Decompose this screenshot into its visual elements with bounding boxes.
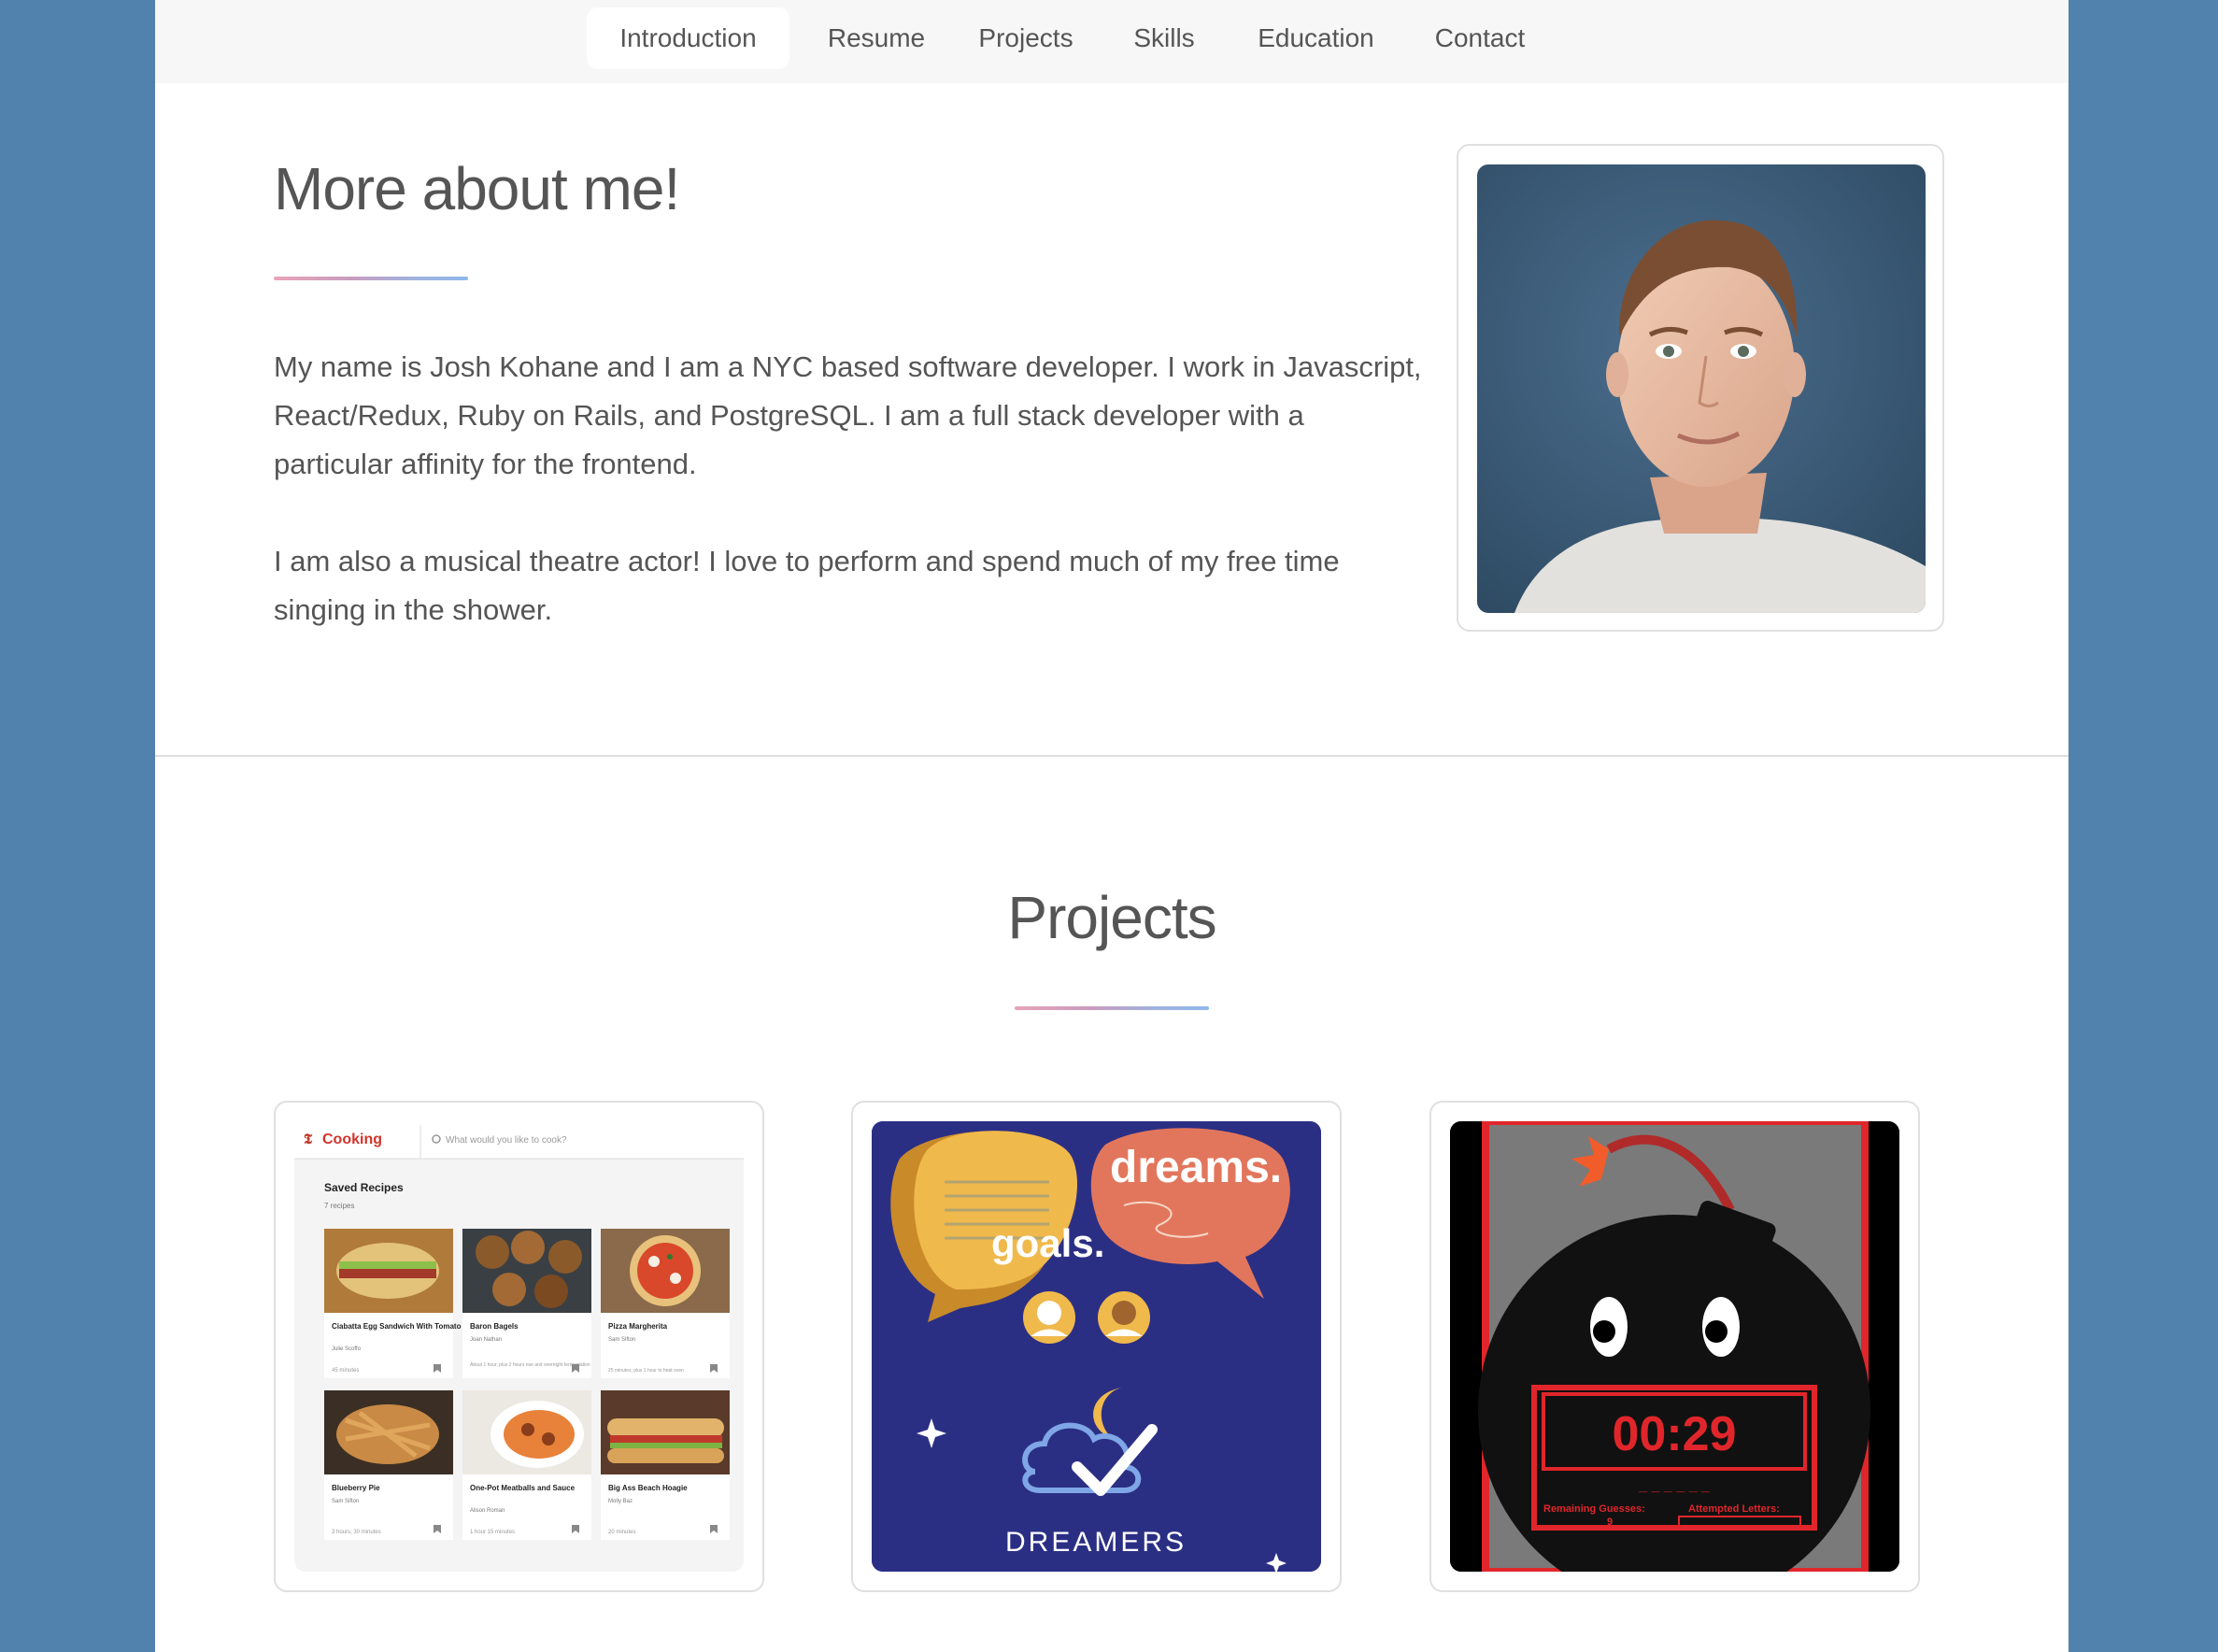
nav-introduction[interactable]: Introduction	[587, 7, 789, 69]
nav-skills[interactable]: Skills	[1113, 7, 1216, 69]
profile-photo-card	[1457, 144, 1944, 632]
word-blanks: _ _ _ _ _ _	[1638, 1478, 1711, 1494]
cooking-logo: Cooking	[322, 1132, 382, 1147]
project-card-cooking[interactable]: 𝕿 Cooking What would you like to cook? S…	[274, 1101, 764, 1592]
saved-recipes-heading: Saved Recipes	[324, 1181, 404, 1194]
recipe-time-6: 20 minutes	[608, 1530, 635, 1535]
svg-text:𝕿: 𝕿	[304, 1132, 313, 1147]
recipe-name-5[interactable]: One-Pot Meatballs and Sauce	[470, 1484, 576, 1492]
top-navbar: Introduction Resume Projects Skills Educ…	[155, 0, 2069, 83]
dreamers-brand: DREAMERS	[1005, 1527, 1187, 1558]
recipe-author-5: Alison Roman	[470, 1508, 505, 1514]
bomb-timer: 00:29	[1613, 1407, 1737, 1461]
recipe-time-1: 45 minutes	[332, 1368, 359, 1374]
nav-education[interactable]: Education	[1239, 7, 1393, 69]
remaining-guesses-value: 9	[1607, 1517, 1613, 1528]
recipe-author-3: Sam Sifton	[608, 1337, 635, 1343]
section-divider	[155, 755, 2069, 757]
dreams-text: dreams.	[1110, 1143, 1282, 1192]
attempted-letters-label: Attempted Letters:	[1688, 1503, 1780, 1515]
dreamers-screenshot: dreams. goals. DREAMERS	[872, 1121, 1321, 1572]
profile-photo	[1477, 164, 1926, 613]
recipe-count: 7 recipes	[324, 1202, 354, 1210]
recipe-time-3: 25 minutes, plus 1 hour to heat oven	[608, 1368, 684, 1374]
recipe-name-6[interactable]: Big Ass Beach Hoagie	[608, 1484, 688, 1492]
projects-divider	[1015, 1006, 1209, 1010]
bomb-game-screenshot: 00:29 _ _ _ _ _ _ Remaining Guesses: 9 A…	[1450, 1121, 1899, 1572]
nav-projects[interactable]: Projects	[960, 7, 1091, 69]
goals-text: goals.	[991, 1221, 1104, 1265]
intro-paragraph-1: My name is Josh Kohane and I am a NYC ba…	[274, 350, 1422, 480]
cooking-screenshot: 𝕿 Cooking What would you like to cook? S…	[294, 1121, 744, 1572]
recipe-author-6: Molly Baz	[608, 1499, 633, 1504]
intro-divider	[274, 277, 468, 280]
nav-contact[interactable]: Contact	[1419, 7, 1541, 69]
projects-title: Projects	[1007, 884, 1216, 951]
project-card-dreamers[interactable]: dreams. goals. DREAMERS	[851, 1101, 1342, 1592]
recipe-time-5: 1 hour 15 minutes	[470, 1530, 515, 1535]
recipe-time-4: 3 hours, 30 minutes	[332, 1530, 381, 1535]
project-card-bomb[interactable]: 00:29 _ _ _ _ _ _ Remaining Guesses: 9 A…	[1429, 1101, 1920, 1592]
recipe-author-4: Sam Sifton	[332, 1499, 359, 1504]
intro-title: More about me!	[274, 155, 680, 222]
recipe-name-1[interactable]: Ciabatta Egg Sandwich With Tomato Jam	[332, 1322, 478, 1331]
cooking-search[interactable]: What would you like to cook?	[446, 1135, 567, 1146]
remaining-guesses-label: Remaining Guesses:	[1543, 1503, 1645, 1515]
page-container: Introduction Resume Projects Skills Educ…	[155, 0, 2069, 1652]
intro-paragraph-2: I am also a musical theatre actor! I lov…	[274, 545, 1340, 626]
recipe-name-2[interactable]: Baron Bagels	[470, 1322, 519, 1331]
recipe-name-3[interactable]: Pizza Margherita	[608, 1322, 668, 1331]
recipe-author-2: Joan Nathan	[470, 1337, 502, 1343]
nav-resume[interactable]: Resume	[816, 7, 937, 69]
recipe-author-1: Julie Scoffo	[332, 1346, 362, 1352]
recipe-name-4[interactable]: Blueberry Pie	[332, 1484, 380, 1492]
